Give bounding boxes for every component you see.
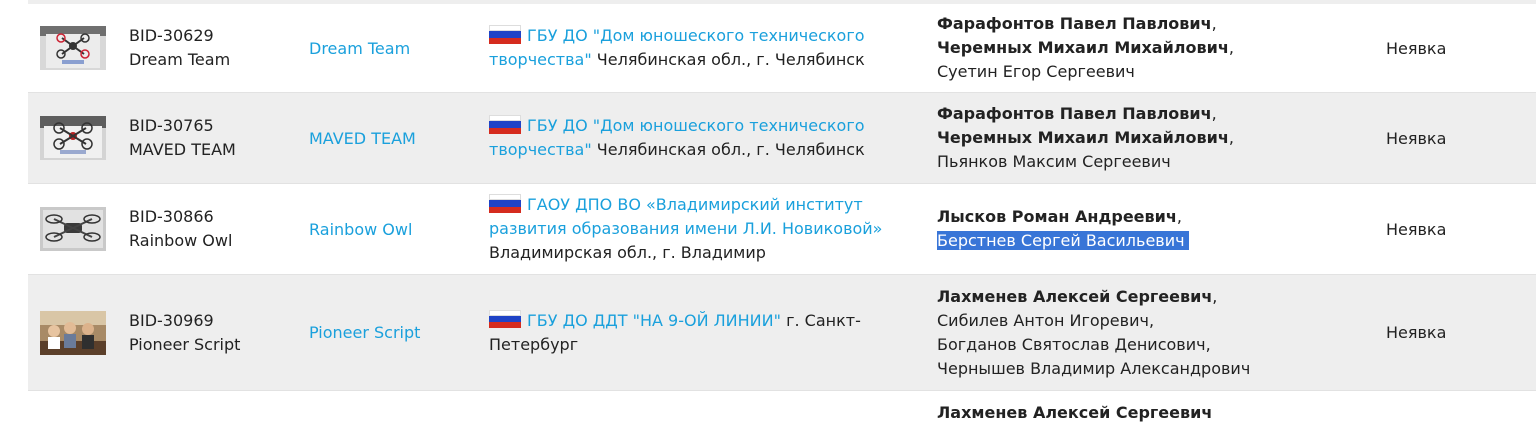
member-name: Суетин Егор Сергеевич [937, 62, 1135, 81]
member-name: Сибилев Антон Игоревич [937, 310, 1149, 330]
organization-location: Челябинская обл., г. Челябинск [596, 140, 865, 159]
mentors-cell: Фарафонтов Павел Павлович, Черемных Миха… [937, 14, 1234, 81]
photo-cell [40, 275, 108, 390]
drone-photo-icon[interactable] [40, 26, 106, 70]
member-name: Пьянков Максим Сергеевич [937, 152, 1171, 171]
mentors-cell: Фарафонтов Павел Павлович, Черемных Миха… [937, 104, 1234, 171]
table-row: BID-30969 Pioneer Script Pioneer Script … [28, 275, 1536, 391]
member-name: Богданов Святослав Денисович [937, 334, 1206, 354]
bid-number: BID-30765 [129, 116, 214, 135]
mentor-name: Лысков Роман Андреевич [937, 207, 1177, 226]
photo-cell [40, 4, 108, 92]
team-link[interactable]: Pioneer Script [309, 323, 420, 342]
mentor-name: Черемных Михаил Михайлович [937, 38, 1229, 57]
team-cell: Dream Team [309, 4, 479, 92]
russia-flag-icon [489, 25, 521, 44]
mentor-name: Фарафонтов Павел Павлович [937, 104, 1212, 123]
organization-cell: ГБУ ДО ДДТ "НА 9-ОЙ ЛИНИИ" г. Санкт-Пете… [489, 275, 929, 390]
team-cell: MAVED TEAM [309, 93, 479, 183]
bid-number: BID-30866 [129, 207, 214, 226]
mentors-cell: Лахменев Алексей Сергеевич, Сибилев Анто… [937, 286, 1251, 378]
member-name-selected: Берстнев Сергей Васильевич [937, 231, 1189, 250]
photo-cell [40, 93, 108, 183]
russia-flag-icon [489, 115, 521, 134]
mentors-cell: Лысков Роман Андреевич, Берстнев Сергей … [937, 184, 1357, 274]
organization-link[interactable]: ГАОУ ДПО ВО «Владимирский институт разви… [489, 195, 882, 238]
bid-cell: BID-30765 MAVED TEAM [129, 93, 299, 183]
drone-photo-icon[interactable] [40, 207, 106, 251]
team-link[interactable]: MAVED TEAM [309, 129, 416, 148]
russia-flag-icon [489, 309, 521, 329]
table-row-partial: Лахменев Алексей Сергеевич [28, 391, 1536, 431]
organization-location: Владимирская обл., г. Владимир [489, 243, 766, 262]
mentor-name: Лахменев Алексей Сергеевич [937, 286, 1213, 306]
status-cell: Неявка [1386, 4, 1526, 92]
organization-location: Челябинская обл., г. Челябинск [596, 50, 865, 69]
bid-number: BID-30629 [129, 26, 214, 45]
status-text: Неявка [1386, 38, 1447, 58]
table-row: BID-30629 Dream Team Dream Team ГБУ ДО "… [28, 4, 1536, 93]
team-link[interactable]: Rainbow Owl [309, 220, 412, 239]
team-link[interactable]: Dream Team [309, 39, 410, 58]
photo-cell [40, 184, 108, 274]
organization-cell: ГБУ ДО "Дом юношеского технического твор… [489, 93, 929, 183]
mentor-name: Лахменев Алексей Сергеевич [937, 403, 1213, 422]
status-text: Неявка [1386, 323, 1447, 342]
status-text: Неявка [1386, 219, 1447, 239]
table-row: BID-30866 Rainbow Owl Rainbow Owl ГАОУ Д… [28, 184, 1536, 275]
member-name: Чернышев Владимир Александрович [937, 358, 1251, 378]
team-name: Dream Team [129, 50, 231, 69]
organization-cell: ГБУ ДО "Дом юношеского технического твор… [489, 4, 929, 92]
organization-link[interactable]: ГБУ ДО ДДТ "НА 9-ОЙ ЛИНИИ" [527, 311, 781, 330]
organization-cell: ГАОУ ДПО ВО «Владимирский институт разви… [489, 184, 929, 274]
bid-cell: BID-30629 Dream Team [129, 4, 299, 92]
bid-number: BID-30969 [129, 310, 214, 330]
team-name: Rainbow Owl [129, 231, 233, 250]
status-cell: Неявка [1386, 184, 1526, 274]
mentor-name: Фарафонтов Павел Павлович [937, 14, 1212, 33]
bid-cell: BID-30969 Pioneer Script [129, 275, 299, 390]
team-name: Pioneer Script [129, 334, 241, 354]
drone-photo-icon[interactable] [40, 116, 106, 160]
bid-cell: BID-30866 Rainbow Owl [129, 184, 299, 274]
team-name: MAVED TEAM [129, 140, 236, 159]
russia-flag-icon [489, 194, 521, 213]
team-photo-icon[interactable] [40, 310, 106, 355]
mentor-name: Черемных Михаил Михайлович [937, 128, 1229, 147]
team-cell: Rainbow Owl [309, 184, 479, 274]
table-row: BID-30765 MAVED TEAM MAVED TEAM ГБУ ДО "… [28, 93, 1536, 184]
team-cell: Pioneer Script [309, 275, 479, 390]
status-cell: Неявка [1386, 275, 1526, 390]
participants-table: BID-30629 Dream Team Dream Team ГБУ ДО "… [28, 0, 1536, 431]
status-cell: Неявка [1386, 93, 1526, 183]
status-text: Неявка [1386, 128, 1447, 148]
